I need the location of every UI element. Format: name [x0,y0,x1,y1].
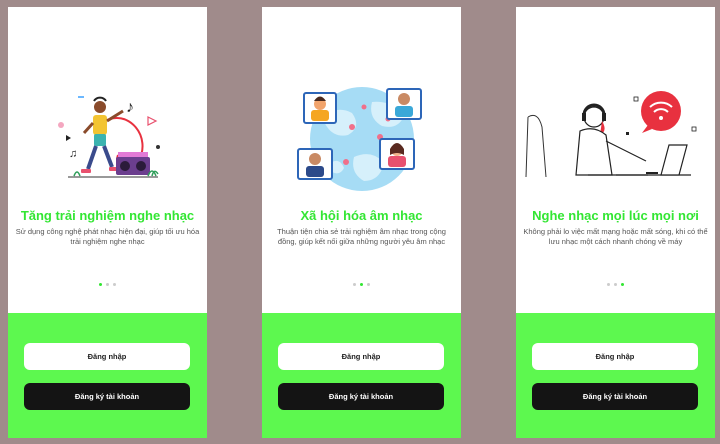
screen-description: Sử dụng công nghệ phát nhạc hiện đại, gi… [15,227,200,246]
page-indicator [262,283,461,286]
onboarding-screen-2: Xã hội hóa âm nhạc Thuận tiện chia sẻ tr… [262,7,461,438]
onboarding-screen-1: ♪ ♫ Tăng trải nghiệm nghe nhạc Sử dụng c… [8,7,207,438]
svg-text:♪: ♪ [126,99,134,116]
register-button[interactable]: Đăng ký tài khoản [532,383,698,410]
global-community-illustration [297,87,422,191]
auth-panel: Đăng nhập Đăng ký tài khoản [516,313,715,438]
page-dot-2[interactable] [106,283,109,286]
screen-title: Nghe nhạc mọi lúc mọi nơi [532,208,699,223]
page-dot-3[interactable] [113,283,116,286]
auth-panel: Đăng nhập Đăng ký tài khoản [262,313,461,438]
login-button[interactable]: Đăng nhập [278,343,444,370]
screen-title: Xã hội hóa âm nhạc [300,208,423,223]
register-button[interactable]: Đăng ký tài khoản [278,383,444,410]
screen-description: Thuận tiện chia sẻ trải nghiệm âm nhạc t… [277,227,446,246]
page-dot-2[interactable] [360,283,363,286]
login-button[interactable]: Đăng nhập [532,343,698,370]
page-dot-1[interactable] [607,283,610,286]
login-button[interactable]: Đăng nhập [24,343,190,370]
register-button[interactable]: Đăng ký tài khoản [24,383,190,410]
page-dot-3[interactable] [367,283,370,286]
offline-listening-illustration [525,91,697,178]
page-dot-1[interactable] [353,283,356,286]
page-indicator [516,283,715,286]
svg-text:♫: ♫ [69,148,77,160]
singer-with-headphones-illustration: ♪ ♫ [58,96,160,178]
page-dot-3[interactable] [621,283,624,286]
auth-panel: Đăng nhập Đăng ký tài khoản [8,313,207,438]
page-dot-2[interactable] [614,283,617,286]
page-indicator [8,283,207,286]
onboarding-screen-3: Nghe nhạc mọi lúc mọi nơi Không phải lo … [516,7,715,438]
screen-title: Tăng trải nghiệm nghe nhạc [20,208,195,223]
screen-description: Không phải lo việc mất mạng hoặc mất són… [523,227,708,246]
page-dot-1[interactable] [99,283,102,286]
